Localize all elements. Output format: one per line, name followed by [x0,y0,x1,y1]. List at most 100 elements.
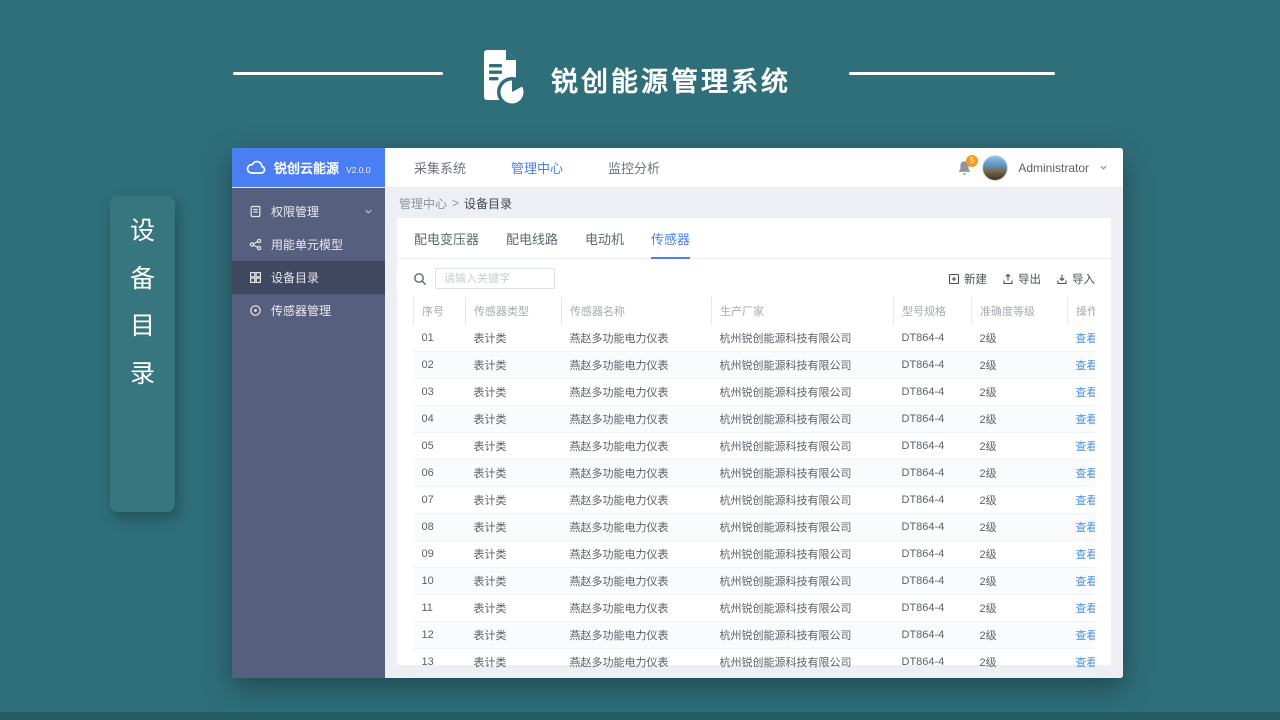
column-header: 生产厂家 [711,297,894,325]
table-cell: DT864-4 [893,405,972,433]
table-cell: 2级 [971,540,1068,568]
column-header: 传感器类型 [465,297,562,325]
row-actions-cell: 查看删除 [1067,325,1096,352]
table-cell: 02 [413,351,466,379]
search-input[interactable] [435,268,555,289]
table-cell: 10 [413,567,466,595]
nav-item-采集系统[interactable]: 采集系统 [414,158,466,177]
row-actions-cell: 查看删除 [1067,351,1096,379]
table-cell: 杭州锐创能源科技有限公司 [711,486,894,514]
table-cell: 杭州锐创能源科技有限公司 [711,648,894,676]
view-link[interactable]: 查看 [1076,333,1096,345]
table-cell: 表计类 [465,351,562,379]
document-icon [249,205,262,218]
side-label-char: 目 [129,312,155,340]
sidebar-item-设备目录[interactable]: 设备目录 [232,261,385,294]
tab-bar: 配电变压器 配电线路 电动机 传感器 [397,218,1111,259]
toolbar: 新建 导出 导入 [397,259,1111,296]
table-cell: 09 [413,540,466,568]
sidebar: 权限管理 用能单元模型 设备目录 传感器管理 [232,188,385,678]
view-link[interactable]: 查看 [1076,495,1096,507]
toolbar-action-label: 导入 [1072,273,1095,286]
sidebar-item-权限管理[interactable]: 权限管理 [232,195,385,228]
bottom-accent-strip [0,712,1280,720]
table-cell: 2级 [971,432,1068,460]
table-cell: 燕赵多功能电力仪表 [561,567,712,595]
table-cell: 05 [413,432,466,460]
table-cell: 12 [413,621,466,649]
table-row: 02表计类燕赵多功能电力仪表杭州锐创能源科技有限公司DT864-42级查看删除 [413,351,1096,379]
table-cell: 01 [413,325,466,352]
nav-item-管理中心[interactable]: 管理中心 [511,158,563,177]
table-row: 04表计类燕赵多功能电力仪表杭州锐创能源科技有限公司DT864-42级查看删除 [413,405,1096,433]
table-row: 10表计类燕赵多功能电力仪表杭州锐创能源科技有限公司DT864-42级查看删除 [413,567,1096,595]
table-cell: 13 [413,648,466,676]
app-brand: 锐创云能源 V2.0.0 [232,148,385,187]
content-card: 配电变压器配电线路电动机传感器 新建 导出 导入 序号传感器类型传感器名称生产厂家型… [397,218,1111,676]
table-cell: DT864-4 [893,540,972,568]
table-cell: 杭州锐创能源科技有限公司 [711,325,894,352]
row-actions-cell: 查看删除 [1067,594,1096,622]
table-cell: 燕赵多功能电力仪表 [561,513,712,541]
table-cell: 杭州锐创能源科技有限公司 [711,567,894,595]
table-row: 03表计类燕赵多功能电力仪表杭州锐创能源科技有限公司DT864-42级查看删除 [413,378,1096,406]
table-cell: 燕赵多功能电力仪表 [561,405,712,433]
table-cell: 杭州锐创能源科技有限公司 [711,621,894,649]
user-menu-caret-icon[interactable] [1099,163,1108,172]
import-icon [1056,273,1068,285]
cloud-icon [245,160,267,175]
tab-传感器[interactable]: 传感器 [651,229,691,259]
table-cell: DT864-4 [893,378,972,406]
table-cell: 燕赵多功能电力仪表 [561,648,712,676]
tab-电动机[interactable]: 电动机 [585,229,624,258]
table-cell: 表计类 [465,540,562,568]
table-body: 01表计类燕赵多功能电力仪表杭州锐创能源科技有限公司DT864-42级查看删除0… [413,325,1096,676]
table-cell: 2级 [971,459,1068,487]
table-cell: 2级 [971,325,1068,352]
row-actions-cell: 查看删除 [1067,567,1096,595]
toolbar-action-label: 导出 [1018,273,1041,286]
view-link[interactable]: 查看 [1076,441,1096,453]
table-cell: DT864-4 [893,351,972,379]
table-cell: 燕赵多功能电力仪表 [561,459,712,487]
sidebar-item-用能单元模型[interactable]: 用能单元模型 [232,228,385,261]
view-link[interactable]: 查看 [1076,657,1096,669]
view-link[interactable]: 查看 [1076,387,1096,399]
view-link[interactable]: 查看 [1076,360,1096,372]
user-avatar[interactable] [982,154,1009,181]
view-link[interactable]: 查看 [1076,468,1096,480]
tab-配电线路[interactable]: 配电线路 [506,229,558,258]
side-label-char: 备 [129,264,155,293]
row-actions-cell: 查看删除 [1067,648,1096,676]
导入-button[interactable]: 导入 [1056,271,1095,287]
view-link[interactable]: 查看 [1076,630,1096,642]
sensor-table: 序号传感器类型传感器名称生产厂家型号规格准确度等级操作 01表计类燕赵多功能电力… [413,297,1095,676]
table-cell: 表计类 [465,432,562,460]
table-cell: 燕赵多功能电力仪表 [561,351,712,379]
breadcrumb-parent[interactable]: 管理中心 [399,195,447,212]
table-cell: 表计类 [465,621,562,649]
新建-button[interactable]: 新建 [948,271,987,287]
导出-button[interactable]: 导出 [1002,271,1041,287]
view-link[interactable]: 查看 [1076,576,1096,588]
view-link[interactable]: 查看 [1076,522,1096,534]
row-actions-cell: 查看删除 [1067,378,1096,406]
nav-item-监控分析[interactable]: 监控分析 [608,158,660,177]
view-link[interactable]: 查看 [1076,603,1096,615]
table-cell: 表计类 [465,513,562,541]
table-cell: 表计类 [465,486,562,514]
user-area: 5 Administrator [957,148,1123,187]
table-cell: 杭州锐创能源科技有限公司 [711,540,894,568]
table-cell: 杭州锐创能源科技有限公司 [711,459,894,487]
tab-配电变压器[interactable]: 配电变压器 [414,229,479,258]
toolbar-actions: 新建 导出 导入 [948,271,1095,287]
view-link[interactable]: 查看 [1076,549,1096,561]
view-link[interactable]: 查看 [1076,414,1096,426]
notifications-button[interactable]: 5 [957,154,979,176]
breadcrumb: 管理中心 > 设备目录 [385,188,1123,218]
header-divider-right [849,72,1055,75]
row-actions-cell: 查看删除 [1067,405,1096,433]
table-cell: 2级 [971,513,1068,541]
sidebar-item-传感器管理[interactable]: 传感器管理 [232,294,385,327]
column-header: 操作 [1067,297,1095,325]
